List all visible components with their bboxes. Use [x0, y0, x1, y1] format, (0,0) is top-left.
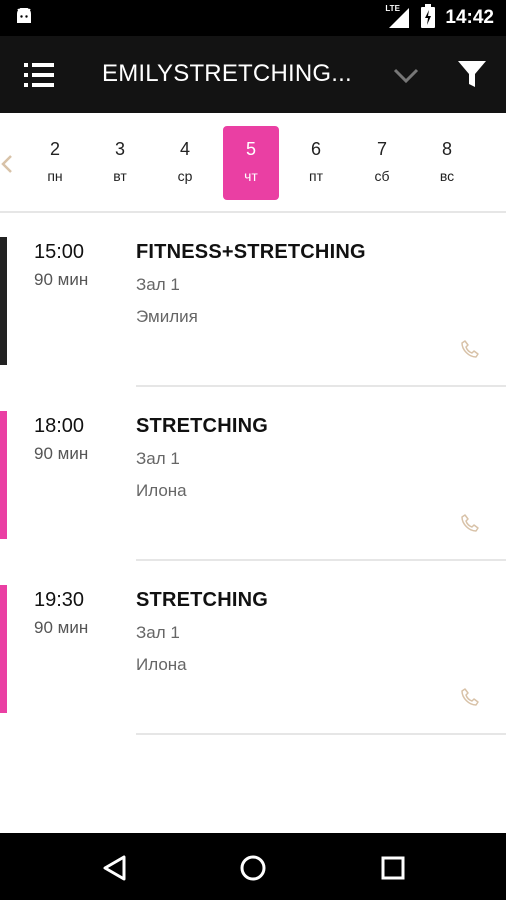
session-name: STRETCHING	[136, 589, 268, 611]
day-weekday: пн	[47, 168, 63, 184]
day-number: 6	[310, 139, 321, 159]
session-name: STRETCHING	[136, 415, 268, 437]
session-trainer: Эмилия	[136, 307, 198, 326]
session-duration: 90 мин	[34, 270, 89, 289]
home-icon[interactable]	[238, 853, 268, 883]
phone-icon[interactable]	[460, 513, 480, 533]
back-icon[interactable]	[100, 853, 130, 883]
day-number: 2	[49, 139, 60, 159]
filter-icon[interactable]	[456, 58, 488, 90]
navigation-bar	[0, 833, 506, 900]
session-time: 19:30	[34, 589, 85, 611]
session-hall: Зал 1	[136, 623, 180, 642]
menu-icon[interactable]	[22, 60, 58, 90]
day-strip: 2 пн 3 вт 4 ср 5 чт 6 пт 7 сб 8 вс	[0, 113, 506, 213]
session-hall: Зал 1	[136, 275, 180, 294]
session-trainer: Илона	[136, 481, 187, 500]
phone-icon[interactable]	[460, 339, 480, 359]
chevron-down-icon[interactable]	[392, 63, 420, 87]
day-item[interactable]: 2 пн	[27, 126, 83, 200]
signal-icon: LTE	[385, 4, 411, 30]
session-color-bar	[0, 411, 7, 539]
session-card[interactable]: 18:00 90 мин STRETCHING Зал 1 Илона	[0, 387, 506, 561]
day-item[interactable]: 8 вс	[419, 126, 475, 200]
day-item-selected[interactable]: 5 чт	[223, 126, 279, 200]
day-item[interactable]: 6 пт	[288, 126, 344, 200]
day-number: 8	[441, 139, 452, 159]
divider	[136, 733, 506, 735]
session-card[interactable]: 19:30 90 мин STRETCHING Зал 1 Илона	[0, 561, 506, 735]
phone-icon[interactable]	[460, 687, 480, 707]
toolbar: EMILYSTRETCHING...	[0, 36, 506, 113]
day-number: 3	[114, 139, 125, 159]
status-bar: LTE 14:42	[0, 0, 506, 36]
session-time: 15:00	[34, 241, 85, 263]
day-item[interactable]: 7 сб	[354, 126, 410, 200]
day-number: 7	[376, 139, 387, 159]
day-number: 4	[179, 139, 190, 159]
session-color-bar	[0, 237, 7, 365]
recents-icon[interactable]	[378, 853, 408, 883]
status-time: 14:42	[445, 7, 494, 28]
chevron-left-icon[interactable]	[0, 153, 14, 175]
session-hall: Зал 1	[136, 449, 180, 468]
day-number: 5	[245, 139, 256, 159]
session-name: FITNESS+STRETCHING	[136, 241, 366, 263]
day-weekday: вс	[439, 168, 455, 184]
day-weekday: чт	[244, 168, 258, 184]
session-time: 18:00	[34, 415, 85, 437]
day-item[interactable]: 3 вт	[92, 126, 148, 200]
session-duration: 90 мин	[34, 444, 89, 463]
day-weekday: пт	[309, 168, 323, 184]
day-weekday: сб	[374, 168, 390, 184]
session-color-bar	[0, 585, 7, 713]
android-icon	[14, 7, 34, 31]
day-weekday: вт	[113, 168, 127, 184]
day-weekday: ср	[177, 168, 193, 184]
session-trainer: Илона	[136, 655, 187, 674]
studio-title[interactable]: EMILYSTRETCHING...	[102, 60, 360, 88]
battery-icon	[421, 3, 436, 33]
session-card[interactable]: 15:00 90 мин FITNESS+STRETCHING Зал 1 Эм…	[0, 213, 506, 387]
day-item[interactable]: 4 ср	[157, 126, 213, 200]
session-duration: 90 мин	[34, 618, 89, 637]
